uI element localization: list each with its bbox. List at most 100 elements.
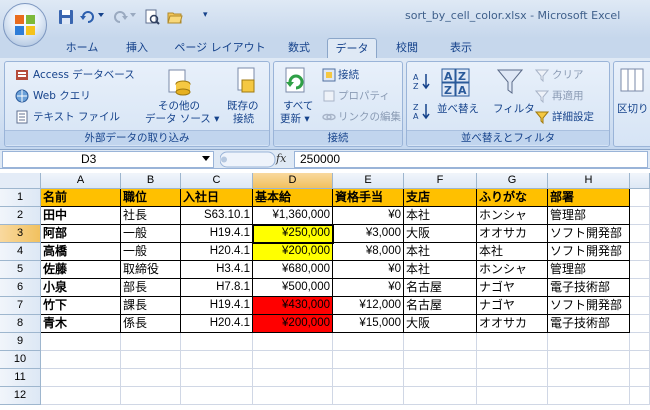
undo-dropdown-icon[interactable] <box>98 13 104 17</box>
cell-h12[interactable] <box>548 387 630 405</box>
cell-a10[interactable] <box>41 351 121 369</box>
cell-f12[interactable] <box>404 387 477 405</box>
cell-g8[interactable]: オオサカ <box>477 315 548 333</box>
row-header-3[interactable]: 3 <box>0 225 41 243</box>
cell-f8[interactable]: 大阪 <box>404 315 477 333</box>
cell-f9[interactable] <box>404 333 477 351</box>
cell-e2[interactable]: ¥0 <box>333 207 404 225</box>
insert-function-button[interactable]: fx <box>276 152 286 165</box>
cell-f6[interactable]: 名古屋 <box>404 279 477 297</box>
cell-b12[interactable] <box>121 387 181 405</box>
clear-button[interactable]: クリア <box>552 69 584 82</box>
customize-qat-icon[interactable]: ▾ <box>203 11 209 20</box>
sort-button[interactable]: 並べ替え <box>437 103 479 116</box>
office-button[interactable] <box>3 3 47 47</box>
column-header-h[interactable]: H <box>548 173 630 189</box>
column-header-b[interactable]: B <box>121 173 181 189</box>
column-header-overflow[interactable] <box>630 173 650 189</box>
cell-b2[interactable]: 社長 <box>121 207 181 225</box>
cell-d6[interactable]: ¥500,000 <box>253 279 333 297</box>
cell-overflow[interactable] <box>630 189 650 207</box>
cell-d12[interactable] <box>253 387 333 405</box>
cell-g4[interactable]: 本社 <box>477 243 548 261</box>
cell-f11[interactable] <box>404 369 477 387</box>
cell-overflow[interactable] <box>630 315 650 333</box>
cell-d7[interactable]: ¥430,000 <box>253 297 333 315</box>
edit-links-button[interactable]: リンクの編集 <box>338 111 401 124</box>
cell-e9[interactable] <box>333 333 404 351</box>
tab-formulas[interactable]: 数式 <box>276 38 322 58</box>
cell-f3[interactable]: 大阪 <box>404 225 477 243</box>
cell-c4[interactable]: H20.4.1 <box>181 243 253 261</box>
cell-d4[interactable]: ¥200,000 <box>253 243 333 261</box>
row-header-2[interactable]: 2 <box>0 207 41 225</box>
cell-g1[interactable]: ふりがな <box>477 189 548 207</box>
cell-b4[interactable]: 一般 <box>121 243 181 261</box>
row-header-12[interactable]: 12 <box>0 387 41 405</box>
cell-a4[interactable]: 高橋 <box>41 243 121 261</box>
cell-e5[interactable]: ¥0 <box>333 261 404 279</box>
other-sources-label-2[interactable]: データ ソース ▾ <box>145 113 219 126</box>
cell-h7[interactable]: ソフト開発部 <box>548 297 630 315</box>
cell-overflow[interactable] <box>630 243 650 261</box>
cell-e1[interactable]: 資格手当 <box>333 189 404 207</box>
cell-f1[interactable]: 支店 <box>404 189 477 207</box>
column-header-a[interactable]: A <box>41 173 121 189</box>
cell-e8[interactable]: ¥15,000 <box>333 315 404 333</box>
cell-overflow[interactable] <box>630 333 650 351</box>
cell-overflow[interactable] <box>630 207 650 225</box>
cell-b6[interactable]: 部長 <box>121 279 181 297</box>
cell-c8[interactable]: H20.4.1 <box>181 315 253 333</box>
sort-descending-icon[interactable]: ZA <box>413 102 431 120</box>
cell-h8[interactable]: 電子技術部 <box>548 315 630 333</box>
redo-dropdown-icon[interactable] <box>130 13 136 17</box>
cell-d2[interactable]: ¥1,360,000 <box>253 207 333 225</box>
cell-d5[interactable]: ¥680,000 <box>253 261 333 279</box>
cell-b9[interactable] <box>121 333 181 351</box>
cell-g10[interactable] <box>477 351 548 369</box>
cell-b10[interactable] <box>121 351 181 369</box>
undo-icon[interactable] <box>80 9 96 25</box>
advanced-filter-button[interactable]: 詳細設定 <box>552 111 594 124</box>
cell-overflow[interactable] <box>630 351 650 369</box>
cell-c2[interactable]: S63.10.1 <box>181 207 253 225</box>
select-all-corner[interactable] <box>0 173 41 189</box>
cell-h11[interactable] <box>548 369 630 387</box>
cell-c11[interactable] <box>181 369 253 387</box>
cell-c3[interactable]: H19.4.1 <box>181 225 253 243</box>
cell-d1[interactable]: 基本給 <box>253 189 333 207</box>
cell-a2[interactable]: 田中 <box>41 207 121 225</box>
save-icon[interactable] <box>58 9 74 25</box>
reapply-button[interactable]: 再適用 <box>552 90 584 103</box>
cell-a6[interactable]: 小泉 <box>41 279 121 297</box>
cell-d3[interactable]: ¥250,000 <box>253 225 333 243</box>
cell-e7[interactable]: ¥12,000 <box>333 297 404 315</box>
cell-c7[interactable]: H19.4.1 <box>181 297 253 315</box>
cell-a3[interactable]: 阿部 <box>41 225 121 243</box>
text-file-button[interactable]: テキスト ファイル <box>33 111 120 124</box>
tab-home[interactable]: ホーム <box>58 38 106 58</box>
cell-c1[interactable]: 入社日 <box>181 189 253 207</box>
row-header-7[interactable]: 7 <box>0 297 41 315</box>
cell-f10[interactable] <box>404 351 477 369</box>
cell-g7[interactable]: ナゴヤ <box>477 297 548 315</box>
cell-h6[interactable]: 電子技術部 <box>548 279 630 297</box>
cell-overflow[interactable] <box>630 261 650 279</box>
cell-a11[interactable] <box>41 369 121 387</box>
cell-g3[interactable]: オオサカ <box>477 225 548 243</box>
cell-a8[interactable]: 青木 <box>41 315 121 333</box>
cell-e3[interactable]: ¥3,000 <box>333 225 404 243</box>
filter-button[interactable]: フィルタ <box>493 103 535 116</box>
cell-h3[interactable]: ソフト開発部 <box>548 225 630 243</box>
cell-d8[interactable]: ¥200,000 <box>253 315 333 333</box>
cell-d9[interactable] <box>253 333 333 351</box>
refresh-all-label-2[interactable]: 更新 ▾ <box>280 113 310 126</box>
cell-b3[interactable]: 一般 <box>121 225 181 243</box>
row-header-1[interactable]: 1 <box>0 189 41 207</box>
name-box-dropdown-icon[interactable] <box>202 156 210 161</box>
cell-overflow[interactable] <box>630 279 650 297</box>
cell-c6[interactable]: H7.8.1 <box>181 279 253 297</box>
cell-overflow[interactable] <box>630 387 650 405</box>
properties-button[interactable]: プロパティ <box>338 90 390 103</box>
column-header-f[interactable]: F <box>404 173 477 189</box>
